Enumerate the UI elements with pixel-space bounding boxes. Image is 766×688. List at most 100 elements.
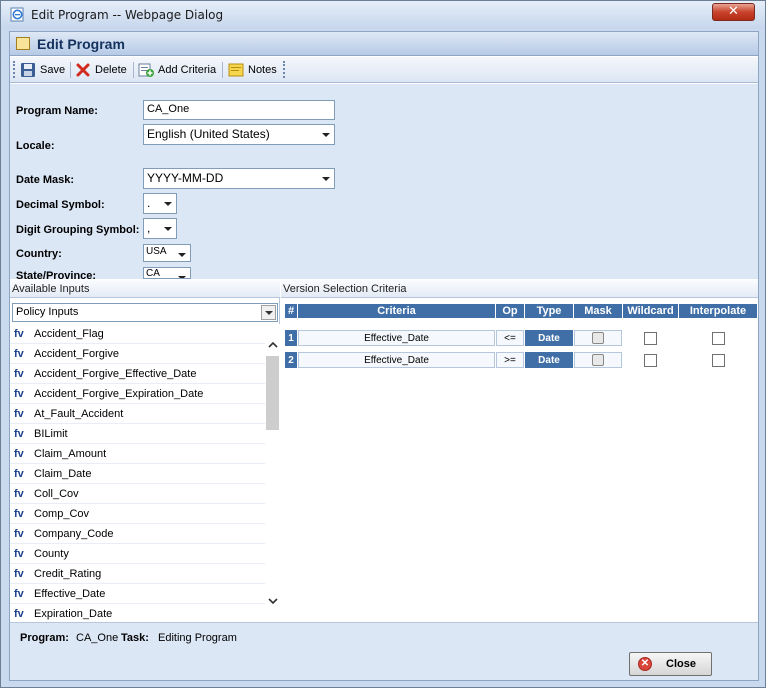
add-criteria-label: Add Criteria: [158, 64, 217, 76]
input-name: Credit_Rating: [34, 568, 102, 580]
locale-select[interactable]: English (United States): [143, 124, 335, 145]
field-variable-icon: fv: [14, 428, 24, 440]
mask-icon[interactable]: [592, 332, 604, 344]
digit-grouping-label: Digit Grouping Symbol:: [16, 224, 140, 236]
input-name: At_Fault_Accident: [34, 408, 124, 420]
list-item[interactable]: fv Accident_Flag: [10, 324, 265, 344]
close-icon: ✕: [638, 657, 652, 671]
input-name: Claim_Amount: [34, 448, 107, 460]
status-bar: Program: CA_One Task: Editing Program ✕ …: [10, 622, 758, 680]
scrollbar-thumb[interactable]: [266, 356, 279, 430]
list-item[interactable]: fv Coll_Cov: [10, 484, 265, 504]
input-list: fv Accident_Flag fv Accident_Forgive fv Accid…: [10, 324, 265, 622]
chevron-up-icon[interactable]: [268, 340, 278, 350]
list-item[interactable]: fv County: [10, 544, 265, 564]
list-item[interactable]: fv At_Fault_Accident: [10, 404, 265, 424]
criteria-row[interactable]: 2 Effective_Date >= Date: [285, 352, 757, 368]
program-name-input[interactable]: CA_One: [143, 100, 335, 120]
dialog-window: Edit Program -- Webpage Dialog ✕ Edit Pr…: [0, 0, 766, 688]
type-cell: Date: [525, 352, 573, 368]
locale-value: English (United States): [147, 127, 270, 141]
interpolate-checkbox[interactable]: [711, 353, 725, 367]
list-item[interactable]: fv Claim_Amount: [10, 444, 265, 464]
toolbar-grip[interactable]: [13, 61, 16, 78]
mask-cell[interactable]: [574, 352, 622, 368]
add-criteria-button[interactable]: Add Criteria: [138, 61, 216, 79]
program-status-value: CA_One: [76, 632, 119, 644]
folder-icon: [16, 37, 30, 50]
operator-cell[interactable]: >=: [496, 352, 524, 368]
decimal-symbol-select[interactable]: .: [143, 193, 177, 214]
input-name: BILimit: [34, 428, 68, 440]
inputs-filter-select[interactable]: Policy Inputs: [12, 303, 278, 322]
toolbar-separator: [70, 62, 71, 78]
list-item[interactable]: fv Comp_Cov: [10, 504, 265, 524]
criteria-cell[interactable]: Effective_Date: [298, 352, 495, 368]
toolbar-grip[interactable]: [283, 61, 286, 78]
wildcard-cell: [623, 352, 678, 368]
column-header: Type: [525, 304, 573, 318]
wildcard-checkbox[interactable]: [644, 353, 657, 367]
version-criteria-pane: Version Selection Criteria # Criteria Op…: [281, 280, 758, 622]
country-value: USA: [146, 246, 167, 257]
operator-cell[interactable]: <=: [496, 330, 524, 346]
program-form: Program Name: CA_One Locale: English (Un…: [10, 84, 758, 282]
program-name-label: Program Name:: [16, 105, 98, 117]
close-button[interactable]: ✕ Close: [629, 652, 712, 676]
decimal-symbol-label: Decimal Symbol:: [16, 199, 105, 211]
add-criteria-icon: [138, 63, 154, 77]
close-label: Close: [666, 658, 696, 670]
field-variable-icon: fv: [14, 388, 24, 400]
list-item[interactable]: fv BILimit: [10, 424, 265, 444]
input-list-scrollbar[interactable]: [265, 324, 280, 622]
column-header: Criteria: [298, 304, 495, 318]
criteria-row[interactable]: 1 Effective_Date <= Date: [285, 330, 757, 346]
chevron-down-icon[interactable]: [268, 596, 278, 606]
digit-grouping-select[interactable]: ,: [143, 218, 177, 239]
chevron-down-icon: [173, 269, 189, 278]
mask-cell[interactable]: [574, 330, 622, 346]
field-variable-icon: fv: [14, 548, 24, 560]
list-item[interactable]: fv Claim_Date: [10, 464, 265, 484]
date-mask-select[interactable]: YYYY-MM-DD: [143, 168, 335, 189]
notes-icon: [228, 63, 244, 77]
country-select[interactable]: USA: [143, 244, 191, 262]
wildcard-checkbox[interactable]: [644, 331, 657, 345]
list-item[interactable]: fv Effective_Date: [10, 584, 265, 604]
title-bar: Edit Program -- Webpage Dialog ✕: [1, 1, 765, 29]
locale-label: Locale:: [16, 140, 55, 152]
toolbar: Save Delete Add Criteria Notes: [10, 57, 758, 83]
save-button[interactable]: Save: [20, 61, 65, 79]
row-number: 1: [285, 330, 297, 346]
criteria-cell[interactable]: Effective_Date: [298, 330, 495, 346]
input-name: Accident_Forgive: [34, 348, 119, 360]
available-inputs-pane: Available Inputs Policy Inputs fv Acciden…: [10, 280, 280, 622]
list-item[interactable]: fv Accident_Forgive_Effective_Date: [10, 364, 265, 384]
field-variable-icon: fv: [14, 508, 24, 520]
chevron-down-icon: [317, 170, 333, 187]
window-title: Edit Program -- Webpage Dialog: [31, 8, 224, 22]
list-item[interactable]: fv Accident_Forgive_Expiration_Date: [10, 384, 265, 404]
delete-icon: [76, 63, 90, 77]
criteria-header-row: # Criteria Op Type Mask Wildcard Interpo…: [285, 304, 757, 318]
list-item[interactable]: fv Credit_Rating: [10, 564, 265, 584]
date-mask-label: Date Mask:: [16, 174, 75, 186]
field-variable-icon: fv: [14, 468, 24, 480]
state-value: CA: [146, 268, 160, 279]
list-item[interactable]: fv Company_Code: [10, 524, 265, 544]
state-select[interactable]: CA: [143, 267, 191, 279]
chevron-down-icon: [317, 126, 333, 143]
mask-icon[interactable]: [592, 354, 604, 366]
input-name: Accident_Forgive_Expiration_Date: [34, 388, 204, 400]
list-item[interactable]: fv Accident_Forgive: [10, 344, 265, 364]
notes-button[interactable]: Notes: [228, 61, 277, 79]
interpolate-checkbox[interactable]: [711, 331, 725, 345]
criteria-table: # Criteria Op Type Mask Wildcard Interpo…: [284, 303, 758, 369]
input-name: Expiration_Date: [34, 608, 113, 620]
window-close-button[interactable]: ✕: [712, 3, 755, 21]
field-variable-icon: fv: [14, 528, 24, 540]
toolbar-separator: [133, 62, 134, 78]
list-item[interactable]: fv Expiration_Date: [10, 604, 265, 622]
delete-button[interactable]: Delete: [75, 61, 127, 79]
input-name: Accident_Flag: [34, 328, 104, 340]
